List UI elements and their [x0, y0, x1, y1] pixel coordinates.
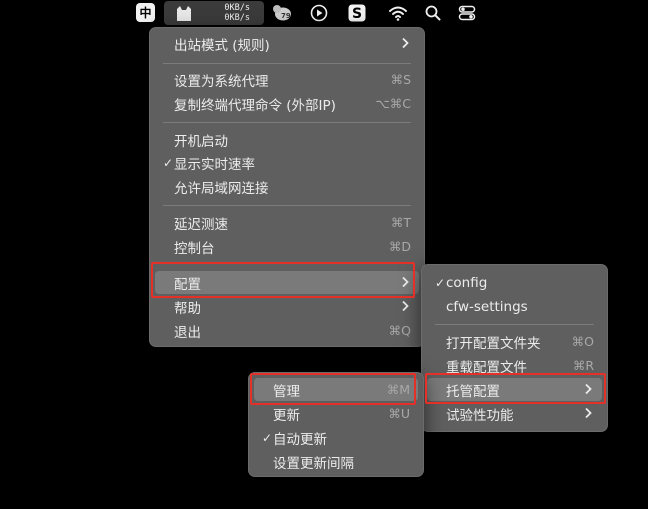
menu-item-label: cfw-settings: [446, 298, 528, 315]
menu-separator: [163, 122, 411, 123]
menu-item-update[interactable]: 更新 ⌘U: [254, 402, 418, 425]
menu-item-label: 延迟测速: [174, 216, 228, 233]
menu-item-label: 控制台: [174, 240, 215, 257]
menu-item-shortcut: ⌘M: [386, 382, 410, 397]
menu-separator: [163, 63, 411, 64]
menu-item-shortcut: ⌘R: [572, 358, 594, 373]
menu-item-help[interactable]: 帮助: [155, 295, 419, 318]
menu-item-quit[interactable]: 退出 ⌘Q: [155, 319, 419, 342]
menu-item-set-system-proxy[interactable]: 设置为系统代理 ⌘S: [155, 68, 419, 91]
menu-item-reload-config[interactable]: 重载配置文件 ⌘R: [427, 354, 602, 377]
menu-item-label: 重载配置文件: [446, 359, 527, 376]
menu-item-shortcut: ⌘S: [390, 72, 411, 87]
search-icon[interactable]: [423, 3, 443, 23]
menu-item-shortcut: ⌘D: [388, 239, 411, 254]
menu-item-shortcut: ⌘T: [390, 215, 411, 230]
menu-item-label: 配置: [174, 276, 201, 293]
menu-item-config-profile[interactable]: ✓ config: [427, 271, 602, 294]
menu-item-label: 托管配置: [446, 383, 500, 400]
menu-item-cfw-settings-profile[interactable]: cfw-settings: [427, 295, 602, 318]
menu-item-copy-terminal-proxy[interactable]: 复制终端代理命令 (外部IP) ⌥⌘C: [155, 92, 419, 115]
config-submenu: ✓ config cfw-settings 打开配置文件夹 ⌘O 重载配置文件 …: [421, 264, 608, 432]
menu-item-label: 出站模式 (规则): [174, 37, 270, 54]
menu-item-label: 退出: [174, 324, 201, 341]
menu-item-label: 打开配置文件夹: [446, 335, 541, 352]
menu-item-managed-config[interactable]: 托管配置: [427, 378, 602, 401]
menu-bar: 中 0KB/s 0KB/s 79 S: [0, 0, 648, 26]
chevron-right-icon: [585, 383, 592, 395]
menu-item-allow-lan[interactable]: 允许局域网连接: [155, 175, 419, 198]
menu-item-label: 允许局域网连接: [174, 180, 269, 197]
clashx-status-item[interactable]: 0KB/s 0KB/s: [164, 1, 264, 25]
menu-item-label: 试验性功能: [446, 407, 514, 424]
menu-item-label: 开机启动: [174, 133, 228, 150]
upload-speed: 0KB/s: [224, 3, 250, 13]
menu-item-launch-at-login[interactable]: 开机启动: [155, 128, 419, 151]
menu-item-experimental[interactable]: 试验性功能: [427, 402, 602, 425]
menu-separator: [435, 324, 594, 325]
menu-item-shortcut: ⌘Q: [388, 323, 411, 338]
menu-item-label: 复制终端代理命令 (外部IP): [174, 97, 336, 114]
svg-text:79: 79: [281, 12, 291, 20]
menu-item-set-update-interval[interactable]: 设置更新间隔: [254, 450, 418, 473]
menu-item-manage[interactable]: 管理 ⌘M: [254, 378, 418, 401]
control-center-icon[interactable]: [457, 3, 477, 23]
menu-item-label: 显示实时速率: [174, 156, 255, 173]
menu-item-outbound-mode[interactable]: 出站模式 (规则): [155, 32, 419, 55]
menu-item-shortcut: ⌥⌘C: [375, 96, 411, 111]
network-speed-readout: 0KB/s 0KB/s: [224, 3, 250, 23]
svg-text:S: S: [352, 6, 362, 22]
menu-item-label: 自动更新: [273, 431, 327, 448]
download-speed: 0KB/s: [224, 13, 250, 23]
menu-item-config[interactable]: 配置: [155, 271, 419, 294]
managed-config-submenu: 管理 ⌘M 更新 ⌘U ✓ 自动更新 设置更新间隔: [248, 372, 424, 477]
menu-item-label: 更新: [273, 407, 300, 424]
menu-separator: [163, 205, 411, 206]
wifi-icon[interactable]: [388, 3, 408, 23]
input-method-indicator[interactable]: 中: [136, 3, 155, 22]
menu-item-label: config: [446, 274, 488, 291]
play-circle-icon[interactable]: [309, 3, 329, 23]
menu-item-dashboard[interactable]: 控制台 ⌘D: [155, 235, 419, 258]
clashx-cat-icon: [177, 6, 191, 21]
menu-item-auto-update[interactable]: ✓ 自动更新: [254, 426, 418, 449]
sogou-s-icon[interactable]: S: [347, 3, 367, 23]
menu-item-label: 设置更新间隔: [273, 455, 354, 472]
menu-item-shortcut: ⌘U: [388, 406, 410, 421]
menu-item-label: 帮助: [174, 300, 201, 317]
menu-item-open-config-folder[interactable]: 打开配置文件夹 ⌘O: [427, 330, 602, 353]
clashx-main-menu: 出站模式 (规则) 设置为系统代理 ⌘S 复制终端代理命令 (外部IP) ⌥⌘C…: [149, 27, 425, 347]
menu-item-label: 管理: [273, 383, 300, 400]
chevron-right-icon: [402, 276, 409, 288]
chevron-right-icon: [585, 407, 592, 419]
chevron-right-icon: [402, 37, 409, 49]
menu-item-show-speed[interactable]: ✓ 显示实时速率: [155, 151, 419, 174]
chevron-right-icon: [402, 300, 409, 312]
lingo-bubble-icon[interactable]: 79: [272, 3, 292, 23]
menu-separator: [163, 263, 411, 264]
menu-item-label: 设置为系统代理: [174, 73, 269, 90]
menu-item-shortcut: ⌘O: [571, 334, 594, 349]
menu-item-latency-test[interactable]: 延迟测速 ⌘T: [155, 211, 419, 234]
